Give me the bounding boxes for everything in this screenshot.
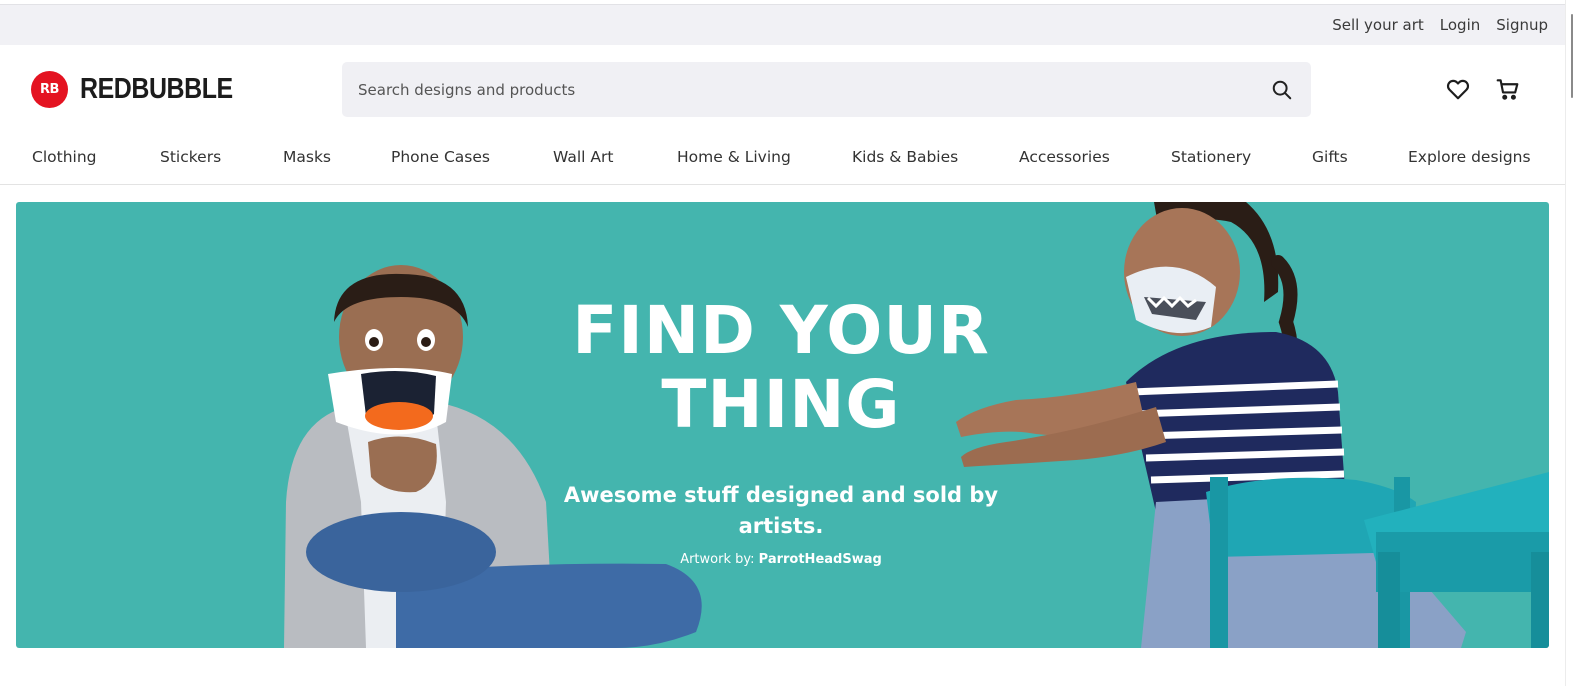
nav-item-wall-art[interactable]: Wall Art bbox=[553, 148, 613, 166]
hero-title-line-1: FIND YOUR bbox=[572, 292, 990, 369]
redbubble-logo[interactable]: RB REDBUBBLE bbox=[31, 71, 258, 108]
logo-wordmark: REDBUBBLE bbox=[80, 73, 233, 105]
nav-item-stickers[interactable]: Stickers bbox=[160, 148, 221, 166]
nav-item-explore-designs[interactable]: Explore designs bbox=[1408, 148, 1531, 166]
nav-item-kids-babies[interactable]: Kids & Babies bbox=[852, 148, 958, 166]
search-icon[interactable] bbox=[1271, 79, 1293, 101]
nav-item-home-living[interactable]: Home & Living bbox=[677, 148, 791, 166]
nav-item-clothing[interactable]: Clothing bbox=[32, 148, 96, 166]
credit-artist-link[interactable]: ParrotHeadSwag bbox=[759, 552, 882, 567]
login-link[interactable]: Login bbox=[1440, 16, 1480, 34]
hero-artwork-credit: Artwork by: ParrotHeadSwag bbox=[536, 552, 1026, 567]
nav-item-stationery[interactable]: Stationery bbox=[1171, 148, 1251, 166]
hero-title-line-2: THING bbox=[661, 366, 901, 443]
search-input[interactable] bbox=[342, 62, 1271, 117]
hero-subtitle: Awesome stuff designed and sold by artis… bbox=[563, 483, 999, 538]
scrollbar-thumb[interactable] bbox=[1571, 14, 1573, 98]
nav-item-accessories[interactable]: Accessories bbox=[1019, 148, 1110, 166]
search-bar bbox=[342, 62, 1311, 117]
credit-prefix: Artwork by: bbox=[680, 552, 759, 567]
sell-your-art-link[interactable]: Sell your art bbox=[1332, 16, 1424, 34]
nav-item-phone-cases[interactable]: Phone Cases bbox=[391, 148, 490, 166]
cart-icon[interactable] bbox=[1495, 76, 1521, 102]
logo-badge: RB bbox=[31, 71, 68, 108]
hero-copy: FIND YOUR THING Awesome stuff designed a… bbox=[536, 294, 1026, 568]
site-header: RB REDBUBBLE bbox=[0, 45, 1565, 133]
nav-item-gifts[interactable]: Gifts bbox=[1312, 148, 1348, 166]
vertical-scrollbar[interactable] bbox=[1565, 0, 1582, 686]
top-utility-bar: Sell your art Login Signup bbox=[0, 4, 1565, 45]
category-nav: Clothing Stickers Masks Phone Cases Wall… bbox=[0, 133, 1565, 185]
heart-icon[interactable] bbox=[1445, 76, 1471, 102]
hero-title: FIND YOUR THING bbox=[536, 294, 1026, 442]
nav-item-masks[interactable]: Masks bbox=[283, 148, 331, 166]
hero-banner[interactable]: FIND YOUR THING Awesome stuff designed a… bbox=[16, 202, 1549, 648]
signup-link[interactable]: Signup bbox=[1496, 16, 1548, 34]
